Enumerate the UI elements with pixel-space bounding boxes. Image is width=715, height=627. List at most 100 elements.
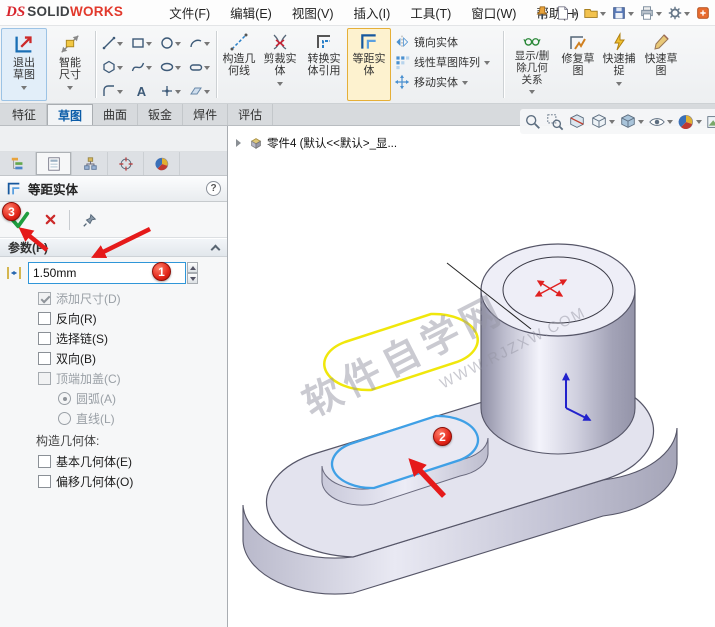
spinner-down-button[interactable] (187, 273, 198, 284)
repair-sketch-button[interactable]: 修复草 图 (558, 28, 598, 101)
print-button[interactable] (638, 4, 663, 22)
dropdown-caret-icon (484, 60, 490, 68)
tab-configuration-manager[interactable] (72, 152, 108, 175)
resources-button[interactable] (694, 4, 712, 22)
menu-file[interactable]: 文件(F) (159, 0, 220, 26)
save-floppy-icon (611, 5, 627, 21)
scene-icon (706, 113, 715, 131)
fillet-tool-button[interactable] (98, 79, 127, 103)
offset-entities-button[interactable]: 等距实 体 (347, 28, 391, 101)
option-select-chain[interactable]: 选择链(S) (0, 328, 227, 348)
checkbox-base-geometry[interactable] (38, 455, 51, 468)
option-base-geometry[interactable]: 基本几何体(E) (0, 451, 227, 471)
zoom-area-button[interactable] (546, 113, 564, 131)
rapid-sketch-label: 快速草 (644, 53, 678, 65)
graphics-area[interactable]: 零件4 (默认<<默认>_显... 软件自学网 WWW.RJZXW.COM (229, 126, 715, 627)
cancel-button[interactable] (44, 213, 57, 226)
dropdown-caret-icon (175, 41, 181, 49)
circle-tool-button[interactable] (156, 31, 185, 55)
rectangle-tool-button[interactable] (127, 31, 156, 55)
repair-sketch-icon (568, 32, 588, 53)
linear-pattern-button[interactable]: 线性草图阵列 (394, 54, 498, 70)
tab-sheet-metal[interactable]: 钣金 (138, 104, 184, 125)
plane-tool-button[interactable] (185, 79, 214, 103)
smart-dimension-button[interactable]: 智能 尺寸 (47, 28, 93, 101)
quick-snaps-label2: 捉 (613, 65, 625, 78)
option-reverse[interactable]: 反向(R) (0, 308, 227, 328)
hide-show-items-button[interactable] (648, 113, 673, 131)
tab-dimxpert-manager[interactable] (108, 152, 144, 175)
new-document-button[interactable] (554, 4, 579, 22)
move-entities-button[interactable]: 移动实体 (394, 74, 498, 90)
dropdown-caret-icon (696, 120, 702, 127)
print-icon (639, 5, 655, 21)
appearances-button[interactable] (677, 113, 702, 131)
slot-tool-button[interactable] (185, 55, 214, 79)
quick-snaps-button[interactable]: 快速捕 捉 (598, 28, 640, 101)
menu-insert[interactable]: 插入(I) (344, 0, 401, 26)
save-button[interactable] (610, 4, 635, 22)
pin-button[interactable] (82, 212, 98, 228)
tab-feature-manager[interactable] (0, 152, 36, 175)
rapid-sketch-button[interactable]: 快速草 图 (640, 28, 682, 101)
property-manager-panel: 等距实体 ? 参数(P) 添加尺寸(D) 反向(R) 选择链(S) 双向(B) … (0, 126, 228, 627)
tab-property-manager[interactable] (36, 152, 72, 175)
spinner-up-button[interactable] (187, 262, 198, 273)
arc-tool-button[interactable] (185, 31, 214, 55)
tab-sketch[interactable]: 草图 (47, 104, 94, 125)
checkbox-reverse[interactable] (38, 312, 51, 325)
display-relations-button[interactable]: 显示/删 除几何 关系 (506, 28, 558, 101)
parameters-header[interactable]: 参数(P) (0, 238, 227, 257)
menu-edit[interactable]: 编辑(E) (220, 0, 282, 26)
mirror-entities-icon (394, 34, 410, 50)
option-offset-geometry[interactable]: 偏移几何体(O) (0, 471, 227, 491)
quick-snaps-label: 快速捕 (602, 53, 636, 65)
tab-weldments[interactable]: 焊件 (183, 104, 229, 125)
display-style-button[interactable] (619, 113, 644, 131)
menu-tools[interactable]: 工具(T) (400, 0, 461, 26)
display-relations-label: 显示/删 (514, 50, 550, 62)
smart-dimension-label: 智能 (59, 57, 81, 69)
tab-features[interactable]: 特征 (2, 104, 48, 125)
option-lines: 直线(L) (0, 408, 227, 428)
manager-tabs (0, 152, 227, 176)
tab-surfaces[interactable]: 曲面 (93, 104, 139, 125)
point-tool-button[interactable] (156, 79, 185, 103)
repair-sketch-label: 修复草 (561, 53, 595, 65)
checkbox-bidirectional[interactable] (38, 352, 51, 365)
option-arcs: 圆弧(A) (0, 388, 227, 408)
open-button[interactable] (582, 4, 607, 22)
option-bidirectional[interactable]: 双向(B) (0, 348, 227, 368)
mirror-entities-button[interactable]: 镜向实体 (394, 34, 498, 50)
help-icon[interactable]: ? (206, 181, 221, 196)
spline-tool-button[interactable] (127, 55, 156, 79)
menu-view[interactable]: 视图(V) (282, 0, 344, 26)
rapid-sketch-icon (651, 32, 671, 53)
section-view-button[interactable] (568, 113, 586, 131)
feature-tree-flyout[interactable]: 零件4 (默认<<默认>_显... (236, 135, 397, 151)
convert-entities-button[interactable]: 转换实 体引用 (301, 28, 347, 101)
ds-logo-icon: DS (6, 4, 26, 20)
menu-pin-button[interactable] (533, 4, 551, 22)
checkbox-offset-geometry[interactable] (38, 475, 51, 488)
display-manager-icon (154, 156, 170, 172)
ellipse-tool-button[interactable] (156, 55, 185, 79)
view-orientation-button[interactable] (590, 113, 615, 131)
line-tool-button[interactable] (98, 31, 127, 55)
checkbox-select-chain[interactable] (38, 332, 51, 345)
scene-button[interactable] (706, 113, 715, 131)
polygon-tool-button[interactable] (98, 55, 127, 79)
exit-sketch-button[interactable]: 退出 草图 (1, 28, 47, 101)
circle-icon (160, 36, 174, 50)
construction-geometry-label2: 何线 (228, 65, 250, 78)
tab-evaluate[interactable]: 评估 (228, 104, 274, 125)
trim-entities-button[interactable]: 剪裁实 体 (259, 28, 301, 101)
text-tool-button[interactable]: A (127, 79, 156, 103)
resources-icon (695, 5, 711, 21)
linear-pattern-label: 线性草图阵列 (414, 57, 480, 69)
construction-geometry-button[interactable]: 构造几 何线 (219, 28, 259, 101)
menu-window[interactable]: 窗口(W) (461, 0, 526, 26)
zoom-fit-button[interactable] (524, 113, 542, 131)
tab-display-manager[interactable] (144, 152, 180, 175)
options-button[interactable] (666, 4, 691, 22)
